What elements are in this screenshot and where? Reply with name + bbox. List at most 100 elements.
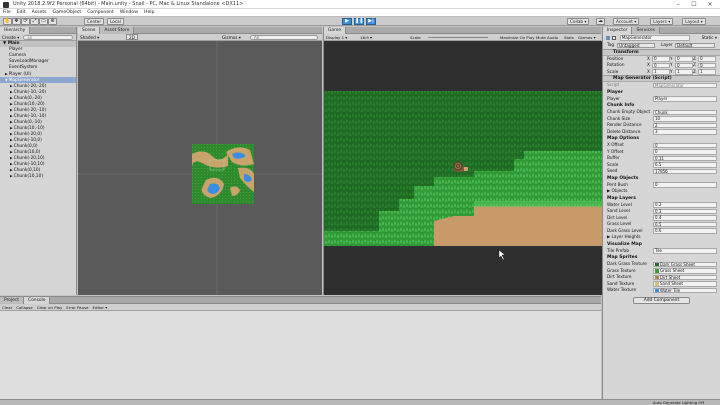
field-value-input[interactable]: 0 <box>653 149 717 155</box>
account-dropdown[interactable]: Account ▾ <box>613 18 640 25</box>
field-value-input[interactable]: Grass Sheet <box>653 268 717 274</box>
console-clear-on-play-toggle[interactable]: Clear on Play <box>37 305 63 310</box>
tab-inspector[interactable]: Inspector <box>603 26 633 34</box>
stats-toggle[interactable]: Stats <box>564 35 574 40</box>
layer-dropdown[interactable]: Default <box>675 42 715 48</box>
scale-slider[interactable] <box>428 37 488 38</box>
transform-rotation-x-field[interactable]: 0 <box>652 62 670 68</box>
transform-scale-z-field[interactable]: 1 <box>698 69 716 75</box>
field-value-input[interactable]: 0.5 <box>653 221 717 227</box>
field-value-input[interactable]: Player <box>653 96 717 102</box>
object-name-field[interactable]: MapGenerator <box>619 35 690 41</box>
field-value-input[interactable]: Dirt Sheet <box>653 274 717 280</box>
console-error-pause-toggle[interactable]: Error Pause <box>66 305 88 310</box>
field-value-input[interactable]: 0.4 <box>653 215 717 221</box>
tag-dropdown[interactable]: Untagged <box>617 42 655 48</box>
script-field[interactable]: MapGenerator <box>653 82 717 88</box>
field-value-input[interactable]: 0 <box>653 182 717 188</box>
create-dropdown[interactable]: Create ▾ <box>2 35 19 40</box>
menu-window[interactable]: Window <box>120 10 138 15</box>
console-editor-dropdown[interactable]: Editor ▾ <box>93 305 108 310</box>
menu-gameobject[interactable]: GameObject <box>53 10 82 15</box>
console-collapse-toggle[interactable]: Collapse <box>16 305 33 310</box>
map-generator-component-header[interactable]: Map Generator (Script) <box>603 75 720 82</box>
shading-dropdown[interactable]: Shaded ▾ <box>80 35 99 40</box>
maximize-button[interactable]: ☐ <box>688 0 700 9</box>
field-value-input[interactable]: 0 <box>653 142 717 148</box>
transform-tool-icon[interactable]: ⊕ <box>48 18 57 25</box>
collab-button[interactable]: Collab ▾ <box>567 18 590 25</box>
hierarchy-search-input[interactable]: All <box>23 34 73 40</box>
field-value-input[interactable]: Dark Grass Sheet <box>653 261 717 267</box>
field-label[interactable]: ▶ Objects <box>607 188 627 195</box>
minimize-button[interactable]: – <box>672 0 684 9</box>
transform-position-z-field[interactable]: 0 <box>698 56 716 62</box>
maximize-on-play-toggle[interactable]: Maximize On Play <box>500 35 535 40</box>
tab-scene[interactable]: Scene <box>78 26 101 34</box>
tab-project[interactable]: Project <box>0 296 25 304</box>
menu-file[interactable]: File <box>3 10 11 15</box>
tab-asset-store[interactable]: Asset Store <box>100 26 135 34</box>
field-value-input[interactable]: Sand Sheet <box>653 281 717 287</box>
game-gizmos-dropdown[interactable]: Gizmos ▾ <box>578 35 596 40</box>
add-component-button[interactable]: Add Component <box>632 296 691 304</box>
pivot-local-button[interactable]: Local <box>107 18 124 25</box>
field-value-input[interactable]: 3 <box>653 129 717 135</box>
hand-tool-icon[interactable]: ✋ <box>3 18 12 25</box>
field-value-input[interactable]: 0.6 <box>653 228 717 234</box>
rect-tool-icon[interactable]: ▭ <box>39 18 48 25</box>
tab-game[interactable]: Game <box>324 26 347 34</box>
aspect-dropdown[interactable]: 16:9 ▾ <box>360 35 372 40</box>
field-value-text: 3 <box>655 129 658 134</box>
2d-toggle[interactable]: 2D <box>126 34 138 40</box>
menu-assets[interactable]: Assets <box>32 10 47 15</box>
menu-help[interactable]: Help <box>144 10 154 15</box>
field-value-input[interactable]: 0.2 <box>653 202 717 208</box>
pivot-center-button[interactable]: Center <box>84 18 105 25</box>
field-value-input[interactable]: Chunk <box>653 109 717 115</box>
field-value-input[interactable]: 0.11 <box>653 155 717 161</box>
transform-position-x-field[interactable]: 0 <box>652 56 670 62</box>
transform-scale-y-field[interactable]: 1 <box>675 69 693 75</box>
transform-position-y-field[interactable]: 0 <box>675 56 693 62</box>
tab-console[interactable]: Console <box>24 296 51 304</box>
tab-services[interactable]: Services <box>632 26 660 34</box>
menu-edit[interactable]: Edit <box>17 10 26 15</box>
field-value-input[interactable]: 0.3 <box>653 208 717 214</box>
rotate-tool-icon[interactable]: ⟳ <box>21 18 30 25</box>
scale-tool-icon[interactable]: ⤢ <box>30 18 39 25</box>
field-label[interactable]: ▶ Layer Heights <box>607 234 641 241</box>
pause-button[interactable]: ❚❚ <box>354 18 364 25</box>
scene-viewport[interactable] <box>78 41 322 295</box>
field-value-input[interactable]: 17856 <box>653 168 717 174</box>
close-button[interactable]: ✕ <box>704 0 716 9</box>
static-toggle[interactable]: Static ▾ <box>702 34 717 42</box>
field-value-input[interactable]: Water Tile <box>653 287 717 293</box>
field-value-input[interactable]: Tile <box>653 248 717 254</box>
field-row: Water Texture Water Tile <box>603 287 720 294</box>
menu-component[interactable]: Component <box>87 10 114 15</box>
play-button[interactable]: ▶ <box>342 18 352 25</box>
console-clear-button[interactable]: Clear <box>2 305 12 310</box>
move-tool-icon[interactable]: ✥ <box>12 18 21 25</box>
field-value-input[interactable]: 2 <box>653 122 717 128</box>
transform-rotation-z-field[interactable]: 0 <box>698 62 716 68</box>
cloud-icon[interactable]: ☁ <box>596 18 605 25</box>
console-log-list[interactable] <box>0 311 601 400</box>
scene-gizmos-dropdown[interactable]: Gizmos ▾ <box>222 35 241 40</box>
scene-search-input[interactable]: All <box>250 35 318 40</box>
tab-hierarchy[interactable]: Hierarchy <box>0 26 31 34</box>
step-button[interactable]: ▶| <box>366 18 376 25</box>
layers-dropdown[interactable]: Layers ▾ <box>650 18 674 25</box>
layout-dropdown[interactable]: Layout ▾ <box>682 18 706 25</box>
mute-audio-toggle[interactable]: Mute Audio <box>536 35 558 40</box>
transform-scale-x-field[interactable]: 1 <box>652 69 670 75</box>
transform-rotation-y-field[interactable]: 0 <box>675 62 693 68</box>
transform-component-header[interactable]: Transform <box>603 48 720 56</box>
field-value-input[interactable]: 6.5 <box>653 162 717 168</box>
field-value-input[interactable]: 10 <box>653 116 717 122</box>
active-checkbox[interactable] <box>612 36 617 40</box>
hierarchy-item[interactable]: ▶ Chunk(10,10) <box>0 173 76 179</box>
game-viewport[interactable] <box>324 41 602 295</box>
display-dropdown[interactable]: Display 1 ▾ <box>326 35 347 40</box>
